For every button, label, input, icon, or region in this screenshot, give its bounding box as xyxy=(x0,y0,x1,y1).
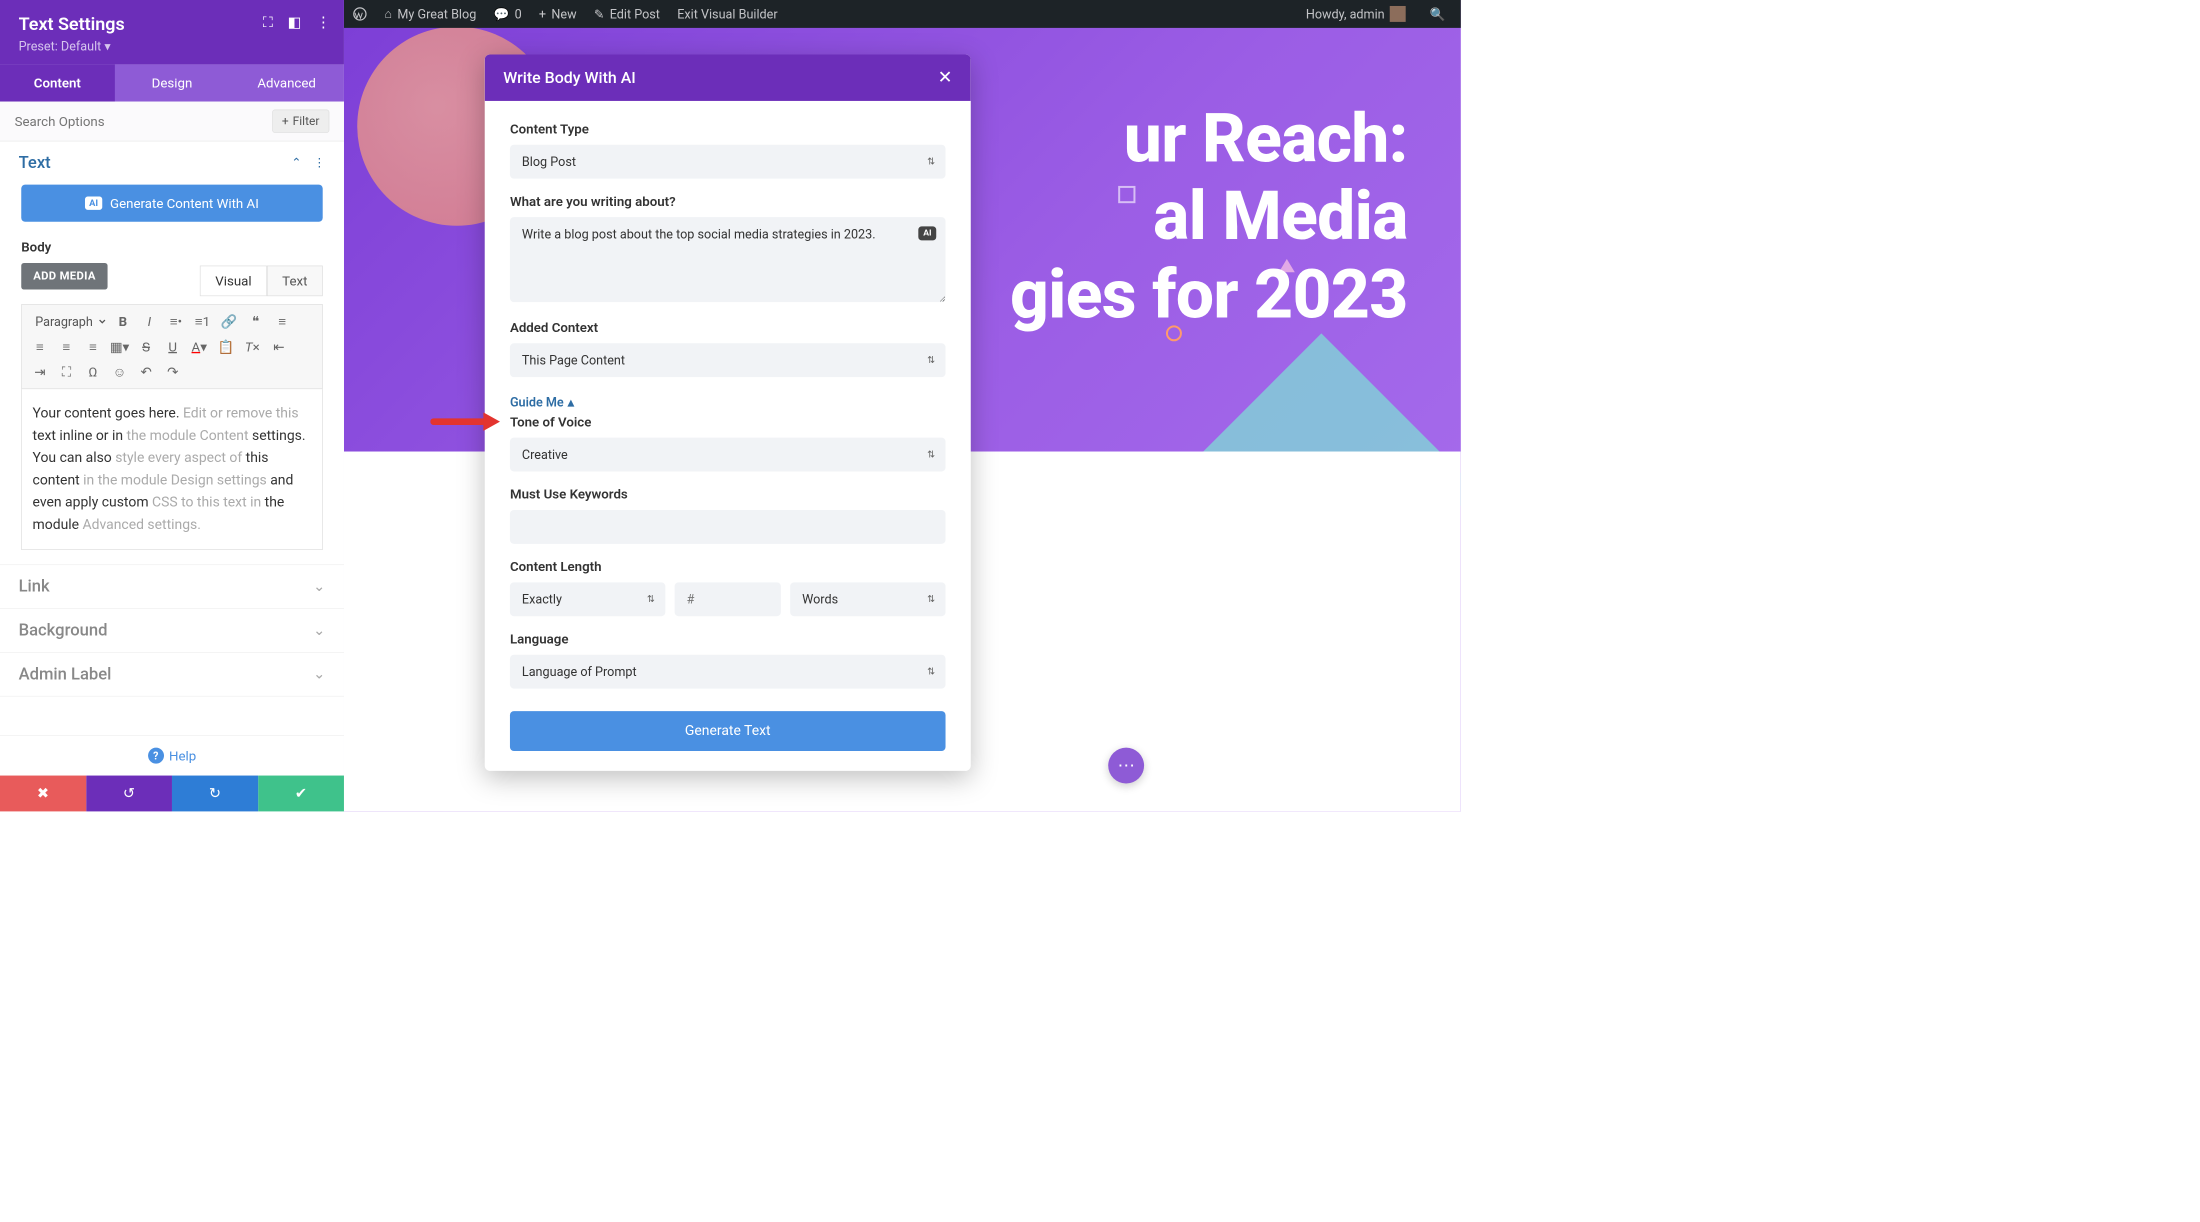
add-media-button[interactable]: ADD MEDIA xyxy=(21,263,108,290)
editor-tab-visual[interactable]: Visual xyxy=(200,266,267,297)
generate-ai-button[interactable]: AI Generate Content With AI xyxy=(21,185,322,222)
section-more-icon[interactable]: ⋮ xyxy=(313,156,325,170)
chevron-down-icon: ⌄ xyxy=(313,622,325,639)
length-number-input[interactable] xyxy=(675,582,781,616)
redo-icon[interactable]: ↷ xyxy=(161,361,184,384)
wp-logo-icon[interactable] xyxy=(344,0,376,28)
cancel-button[interactable]: ✖ xyxy=(0,776,86,812)
content-type-label: Content Type xyxy=(510,121,946,137)
content-type-select[interactable]: Blog Post xyxy=(510,145,946,179)
editor-tab-text[interactable]: Text xyxy=(267,266,323,297)
avatar xyxy=(1390,6,1406,22)
section-text-header[interactable]: Text ⌃⋮ xyxy=(0,141,344,184)
search-icon[interactable]: 🔍 xyxy=(1421,0,1454,28)
length-mode-select[interactable]: Exactly xyxy=(510,582,665,616)
section-link-header[interactable]: Link⌄ xyxy=(0,565,344,608)
tone-select[interactable]: Creative xyxy=(510,438,946,472)
outdent-icon[interactable]: ⇤ xyxy=(268,335,291,358)
strike-icon[interactable]: S xyxy=(135,335,158,358)
layout-icon[interactable]: ◧ xyxy=(288,15,302,32)
context-select[interactable]: This Page Content xyxy=(510,343,946,377)
settings-tabs: Content Design Advanced xyxy=(0,64,344,101)
preset-select[interactable]: Preset: Default ▾ xyxy=(19,39,326,54)
ai-modal: Write Body With AI ✕ Content Type Blog P… xyxy=(485,54,971,770)
fullscreen-icon[interactable]: ⛶ xyxy=(55,361,78,384)
howdy-menu[interactable]: Howdy, admin xyxy=(1297,0,1414,28)
language-select[interactable]: Language of Prompt xyxy=(510,655,946,689)
more-icon[interactable]: ⋮ xyxy=(316,15,331,32)
ai-chip-icon[interactable]: AI xyxy=(919,226,937,240)
length-label: Content Length xyxy=(510,558,946,574)
language-label: Language xyxy=(510,631,946,647)
chevron-up-icon: ▴ xyxy=(568,394,574,409)
paragraph-select[interactable]: Paragraph xyxy=(29,310,108,332)
tab-design[interactable]: Design xyxy=(115,64,230,101)
body-label: Body xyxy=(21,239,322,255)
new-link[interactable]: +New xyxy=(530,0,585,28)
expand-icon[interactable]: ⛶ xyxy=(263,15,273,32)
search-input[interactable] xyxy=(15,113,272,129)
special-char-icon[interactable]: Ω xyxy=(82,361,105,384)
length-unit-select[interactable]: Words xyxy=(790,582,945,616)
filter-button[interactable]: +Filter xyxy=(272,110,329,133)
save-button[interactable]: ✔ xyxy=(258,776,344,812)
underline-icon[interactable]: U xyxy=(161,335,184,358)
guide-me-toggle[interactable]: Guide Me▴ xyxy=(510,394,574,409)
close-icon[interactable]: ✕ xyxy=(938,68,952,88)
ol-icon[interactable]: ≡1 xyxy=(191,310,214,333)
italic-icon[interactable]: I xyxy=(138,310,161,333)
tab-content[interactable]: Content xyxy=(0,64,115,101)
panel-header: Text Settings Preset: Default ▾ ⛶ ◧ ⋮ xyxy=(0,0,344,64)
context-label: Added Context xyxy=(510,319,946,335)
redo-action-button[interactable]: ↻ xyxy=(172,776,258,812)
section-background-header[interactable]: Background⌄ xyxy=(0,609,344,652)
comments-link[interactable]: 💬0 xyxy=(485,0,530,28)
chevron-down-icon: ⌄ xyxy=(313,579,325,596)
tone-label: Tone of Voice xyxy=(510,414,946,430)
undo-icon[interactable]: ↶ xyxy=(135,361,158,384)
about-label: What are you writing about? xyxy=(510,193,946,209)
align-center-icon[interactable]: ≡ xyxy=(29,335,52,358)
generate-text-button[interactable]: Generate Text xyxy=(510,711,946,751)
about-textarea[interactable] xyxy=(510,217,946,302)
quote-icon[interactable]: ❝ xyxy=(244,310,267,333)
exit-builder-link[interactable]: Exit Visual Builder xyxy=(669,0,787,28)
fab-button[interactable]: ⋯ xyxy=(1108,748,1144,784)
editor-toolbar: Paragraph B I ≡• ≡1 🔗 ❝ ≡ ≡ ≡ ≡ ▦▾ S U A… xyxy=(21,304,322,389)
body-editor[interactable]: Your content goes here. Edit or remove t… xyxy=(21,389,322,550)
tab-advanced[interactable]: Advanced xyxy=(229,64,344,101)
emoji-icon[interactable]: ☺ xyxy=(108,361,131,384)
ai-badge-icon: AI xyxy=(85,197,102,210)
section-admin-header[interactable]: Admin Label⌄ xyxy=(0,653,344,696)
modal-header: Write Body With AI ✕ xyxy=(485,54,971,100)
align-justify-icon[interactable]: ≡ xyxy=(82,335,105,358)
keywords-label: Must Use Keywords xyxy=(510,486,946,502)
textcolor-icon[interactable]: A▾ xyxy=(188,335,211,358)
align-left-icon[interactable]: ≡ xyxy=(271,310,294,333)
hero-title: ur Reach: al Media gies for 2023 xyxy=(1010,100,1408,334)
site-link[interactable]: ⌂My Great Blog xyxy=(376,0,485,28)
help-link[interactable]: ?Help xyxy=(0,735,344,776)
clear-icon[interactable]: T× xyxy=(241,335,264,358)
keywords-input[interactable] xyxy=(510,510,946,544)
wp-admin-bar: ⌂My Great Blog 💬0 +New ✎Edit Post Exit V… xyxy=(344,0,1461,28)
table-icon[interactable]: ▦▾ xyxy=(108,335,131,358)
chevron-up-icon: ⌃ xyxy=(291,156,301,170)
align-right-icon[interactable]: ≡ xyxy=(55,335,78,358)
settings-panel: Text Settings Preset: Default ▾ ⛶ ◧ ⋮ Co… xyxy=(0,0,344,811)
chevron-down-icon: ⌄ xyxy=(313,666,325,683)
indent-icon[interactable]: ⇥ xyxy=(29,361,52,384)
edit-post-link[interactable]: ✎Edit Post xyxy=(585,0,668,28)
help-icon: ? xyxy=(148,748,164,764)
ul-icon[interactable]: ≡• xyxy=(165,310,188,333)
paste-icon[interactable]: 📋 xyxy=(214,335,237,358)
modal-title: Write Body With AI xyxy=(503,68,636,87)
undo-action-button[interactable]: ↺ xyxy=(86,776,172,812)
link-icon[interactable]: 🔗 xyxy=(218,310,241,333)
search-bar: +Filter xyxy=(0,102,344,142)
bold-icon[interactable]: B xyxy=(112,310,135,333)
